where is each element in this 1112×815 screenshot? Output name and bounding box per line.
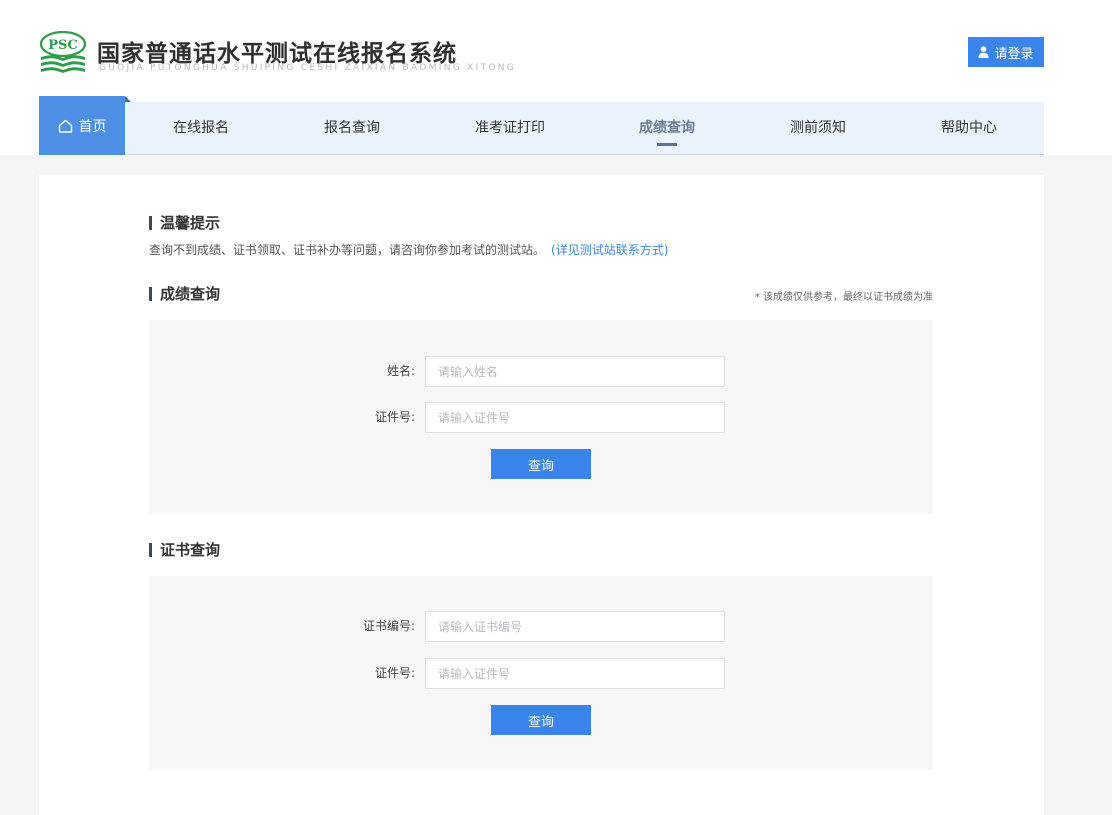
login-button[interactable]: 请登录	[968, 37, 1044, 67]
nav-item-help-center[interactable]: 帮助中心	[941, 102, 997, 154]
score-query-form: 姓名: 证件号: 查询	[149, 320, 933, 514]
content-panel: 温馨提示 查询不到成绩、证书领取、证书补办等问题，请咨询你参加考试的测试站。 (详…	[39, 175, 1044, 815]
tips-title: 温馨提示	[149, 215, 220, 231]
score-query-button[interactable]: 查询	[491, 449, 591, 479]
name-input[interactable]	[425, 356, 725, 387]
cert-number-label: 证书编号:	[362, 619, 415, 633]
nav-home-label: 首页	[78, 118, 107, 135]
cert-number-row: 证书编号:	[149, 611, 933, 642]
tips-body: 查询不到成绩、证书领取、证书补办等问题，请咨询你参加考试的测试站。	[149, 243, 546, 257]
id-label: 证件号:	[374, 410, 415, 424]
user-icon	[978, 46, 989, 58]
cert-id-label: 证件号:	[374, 666, 415, 680]
tips-text: 查询不到成绩、证书领取、证书补办等问题，请咨询你参加考试的测试站。 (详见测试站联…	[149, 241, 668, 258]
id-number-input[interactable]	[425, 402, 725, 433]
score-query-title: 成绩查询	[149, 286, 220, 302]
id-row: 证件号:	[149, 402, 933, 433]
nav-item-registration-query[interactable]: 报名查询	[324, 102, 380, 154]
main-nav: 首页 在线报名 报名查询 准考证打印 成绩查询 测前须知 帮助中心	[39, 96, 1044, 155]
nav-home[interactable]: 首页	[39, 96, 125, 155]
cert-number-input[interactable]	[425, 611, 725, 642]
score-note: * 该成绩仅供参考，最终以证书成绩为准	[754, 292, 933, 303]
login-label: 请登录	[994, 46, 1034, 62]
home-icon	[58, 119, 72, 133]
name-row: 姓名:	[149, 356, 933, 387]
header: PSC 国家普通话水平测试在线报名系统 GUOJIA PUTONGHUA SHU…	[0, 0, 1112, 155]
site-subtitle: GUOJIA PUTONGHUA SHUIPING CESHI ZAIXIAN …	[99, 63, 517, 73]
name-label: 姓名:	[386, 364, 415, 378]
test-center-contact-link[interactable]: (详见测试站联系方式)	[551, 243, 668, 257]
nav-item-score-query[interactable]: 成绩查询	[639, 102, 695, 154]
cert-query-button[interactable]: 查询	[491, 705, 591, 735]
cert-id-number-input[interactable]	[425, 658, 725, 689]
logo[interactable]: PSC 国家普通话水平测试在线报名系统 GUOJIA PUTONGHUA SHU…	[39, 29, 514, 77]
nav-item-online-registration[interactable]: 在线报名	[173, 102, 229, 154]
nav-item-admission-ticket[interactable]: 准考证打印	[475, 102, 545, 154]
cert-query-form: 证书编号: 证件号: 查询	[149, 576, 933, 770]
cert-id-row: 证件号:	[149, 658, 933, 689]
cert-query-title: 证书查询	[149, 542, 220, 558]
nav-home-fold	[125, 96, 131, 102]
logo-mark-text: PSC	[48, 38, 78, 53]
nav-item-pretest-notice[interactable]: 测前须知	[790, 102, 846, 154]
psc-logo-icon: PSC	[39, 30, 87, 73]
